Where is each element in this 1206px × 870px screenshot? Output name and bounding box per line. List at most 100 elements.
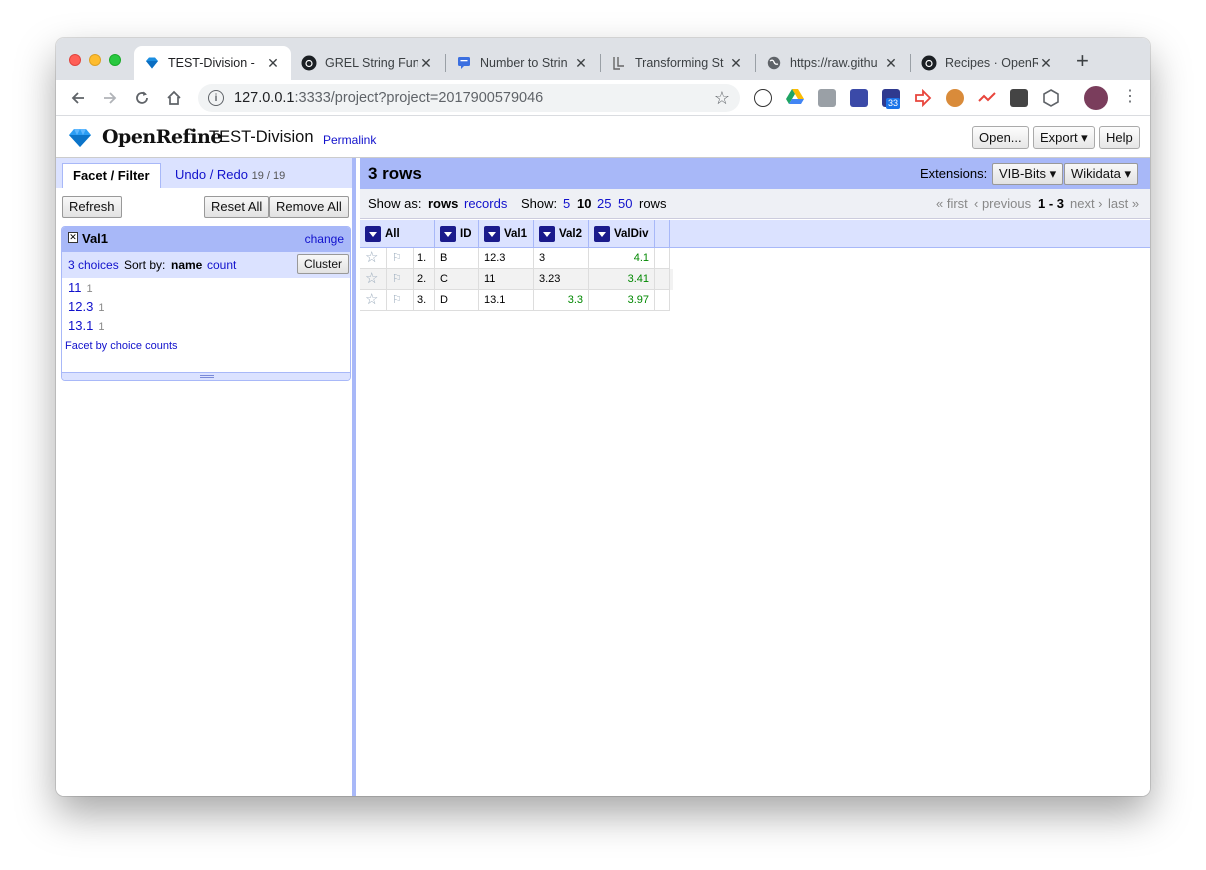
project-name[interactable]: TEST-Division xyxy=(209,128,314,147)
facet-choice[interactable]: 13.1 1 xyxy=(68,318,104,333)
home-icon[interactable] xyxy=(164,88,184,108)
column-header-id[interactable]: ID xyxy=(435,220,479,248)
star-icon[interactable]: ☆ xyxy=(360,290,387,311)
google-drive-extension-icon[interactable] xyxy=(786,89,804,107)
extension-unit-icon[interactable] xyxy=(850,89,868,107)
cell-valdiv[interactable]: 3.41 xyxy=(589,269,655,290)
help-button[interactable]: Help xyxy=(1099,126,1140,149)
browser-tab-3[interactable]: Transforming St ✕ xyxy=(601,46,754,80)
cell-valdiv[interactable]: 4.1 xyxy=(589,248,655,269)
reset-all-button[interactable]: Reset All xyxy=(204,196,270,218)
close-window-button[interactable] xyxy=(69,54,81,66)
cell-val2[interactable]: 3 xyxy=(534,248,589,269)
browser-tab-2[interactable]: Number to Strin ✕ xyxy=(446,46,599,80)
cell-val1[interactable]: 11 xyxy=(479,269,534,290)
back-arrow-icon[interactable] xyxy=(68,88,88,108)
facet-choices-count[interactable]: 3 choices xyxy=(68,258,119,272)
column-menu-icon[interactable] xyxy=(594,226,610,242)
extension-bulb-icon[interactable] xyxy=(1010,89,1028,107)
remove-facet-icon[interactable]: ✕ xyxy=(68,232,78,243)
reload-icon[interactable] xyxy=(132,88,152,108)
column-header-all[interactable]: All xyxy=(360,220,435,248)
facet-choice-value[interactable]: 11 xyxy=(68,280,82,295)
openrefine-diamond-logo-icon[interactable] xyxy=(68,128,92,151)
column-menu-icon[interactable] xyxy=(539,226,555,242)
new-tab-button[interactable]: + xyxy=(1076,50,1089,72)
minimize-window-button[interactable] xyxy=(89,54,101,66)
address-bar[interactable]: i 127.0.0.1:3333/project?project=2017900… xyxy=(198,84,740,112)
facet-choice-value[interactable]: 13.1 xyxy=(68,318,93,333)
page-size-50[interactable]: 50 xyxy=(618,196,632,211)
vib-bits-menu-button[interactable]: VIB-Bits ▾ xyxy=(992,163,1064,185)
close-tab-icon[interactable]: ✕ xyxy=(265,55,281,72)
cell-val2[interactable]: 3.23 xyxy=(534,269,589,290)
close-tab-icon[interactable]: ✕ xyxy=(418,55,434,72)
extension-r-icon[interactable] xyxy=(818,89,836,107)
cell-val1[interactable]: 13.1 xyxy=(479,290,534,311)
cluster-button[interactable]: Cluster xyxy=(297,254,350,274)
remove-all-button[interactable]: Remove All xyxy=(269,196,349,218)
close-tab-icon[interactable]: ✕ xyxy=(728,55,744,72)
extension-chart-icon[interactable] xyxy=(978,89,996,107)
flag-icon[interactable]: ⚐ xyxy=(387,269,414,290)
permalink-link[interactable]: Permalink xyxy=(323,133,376,147)
browser-tab-1[interactable]: GREL String Fun ✕ xyxy=(291,46,444,80)
close-tab-icon[interactable]: ✕ xyxy=(573,55,589,72)
star-icon[interactable]: ☆ xyxy=(360,248,387,269)
wikidata-menu-button[interactable]: Wikidata ▾ xyxy=(1064,163,1138,185)
site-info-icon[interactable]: i xyxy=(208,90,224,106)
cell-val1[interactable]: 12.3 xyxy=(479,248,534,269)
pager-next[interactable]: next › xyxy=(1070,196,1103,211)
pager-previous[interactable]: ‹ previous xyxy=(974,196,1031,211)
cell-id[interactable]: B xyxy=(435,248,479,269)
browser-tab-0[interactable]: TEST-Division - ✕ xyxy=(134,46,291,80)
show-as-records-link[interactable]: records xyxy=(464,196,507,211)
column-menu-icon[interactable] xyxy=(484,226,500,242)
facet-sort-count[interactable]: count xyxy=(207,258,236,272)
refresh-button[interactable]: Refresh xyxy=(62,196,122,218)
facet-choice[interactable]: 12.3 1 xyxy=(68,299,104,314)
page-size-25[interactable]: 25 xyxy=(597,196,611,211)
facet-sort-name[interactable]: name xyxy=(171,258,202,272)
column-menu-icon[interactable] xyxy=(440,226,456,242)
close-tab-icon[interactable]: ✕ xyxy=(1038,55,1054,72)
flag-icon[interactable]: ⚐ xyxy=(387,248,414,269)
page-size-10[interactable]: 10 xyxy=(577,196,591,211)
page-size-5[interactable]: 5 xyxy=(563,196,570,211)
close-tab-icon[interactable]: ✕ xyxy=(883,55,899,72)
extension-dog-icon[interactable] xyxy=(946,89,964,107)
tab-undo-redo[interactable]: Undo / Redo 19 / 19 xyxy=(165,163,295,188)
facet-resize-handle[interactable] xyxy=(62,372,350,380)
facet-by-choice-counts-link[interactable]: Facet by choice counts xyxy=(65,340,178,352)
tab-facet-filter[interactable]: Facet / Filter xyxy=(62,163,161,188)
pager-last[interactable]: last » xyxy=(1108,196,1139,211)
cell-id[interactable]: C xyxy=(435,269,479,290)
extension-hex-icon[interactable] xyxy=(1042,89,1060,107)
pager-first[interactable]: « first xyxy=(936,196,968,211)
star-icon[interactable]: ☆ xyxy=(360,269,387,290)
extension-arrow-icon[interactable] xyxy=(914,88,932,108)
column-header-val1[interactable]: Val1 xyxy=(479,220,534,248)
zoom-window-button[interactable] xyxy=(109,54,121,66)
column-menu-icon[interactable] xyxy=(365,226,381,242)
browser-tab-5[interactable]: Recipes · OpenR ✕ xyxy=(911,46,1064,80)
app-brand[interactable]: OpenRefine xyxy=(102,126,222,148)
bookmark-star-icon[interactable]: ☆ xyxy=(714,88,730,109)
show-as-rows[interactable]: rows xyxy=(428,196,458,211)
forward-arrow-icon[interactable] xyxy=(100,88,120,108)
onepassword-extension-icon[interactable] xyxy=(754,89,772,107)
facet-change-link[interactable]: change xyxy=(305,232,344,246)
cell-val2[interactable]: 3.3 xyxy=(534,290,589,311)
flag-icon[interactable]: ⚐ xyxy=(387,290,414,311)
cell-id[interactable]: D xyxy=(435,290,479,311)
facet-choice[interactable]: 11 1 xyxy=(68,280,93,295)
column-header-valdiv[interactable]: ValDiv xyxy=(589,220,655,248)
column-header-val2[interactable]: Val2 xyxy=(534,220,589,248)
export-button[interactable]: Export ▾ xyxy=(1033,126,1095,149)
extension-badge-icon[interactable]: 33 xyxy=(882,89,901,109)
browser-tab-4[interactable]: https://raw.githu ✕ xyxy=(756,46,909,80)
more-menu-icon[interactable]: ⋮ xyxy=(1122,89,1138,107)
cell-valdiv[interactable]: 3.97 xyxy=(589,290,655,311)
open-button[interactable]: Open... xyxy=(972,126,1029,149)
profile-avatar[interactable] xyxy=(1084,86,1108,110)
